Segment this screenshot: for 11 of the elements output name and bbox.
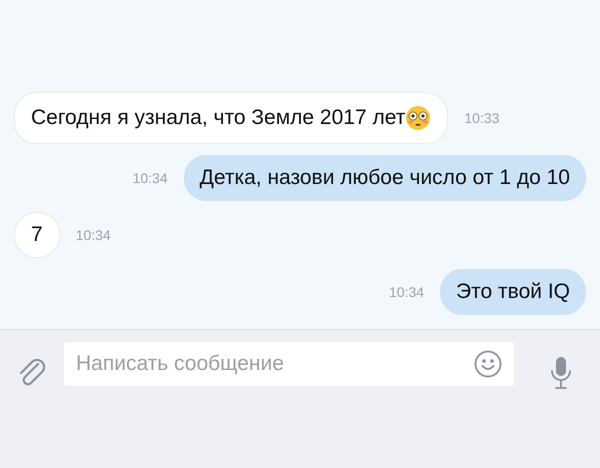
message-time: 10:34 <box>132 168 168 188</box>
message-text: Это твой IQ <box>456 279 570 306</box>
message-time: 10:34 <box>76 226 111 244</box>
microphone-icon[interactable] <box>550 356 572 390</box>
message-text: Сегодня я узнала, что Земле 2017 лет <box>31 105 406 132</box>
emoji-icon[interactable] <box>474 350 502 378</box>
message-text: 7 <box>31 222 43 248</box>
message-time: 10:33 <box>464 108 500 128</box>
message-text: Детка, назови любое число от 1 до 10 <box>200 165 570 192</box>
message-time: 10:34 <box>389 282 424 302</box>
message-field[interactable]: Написать сообщение <box>64 342 514 386</box>
